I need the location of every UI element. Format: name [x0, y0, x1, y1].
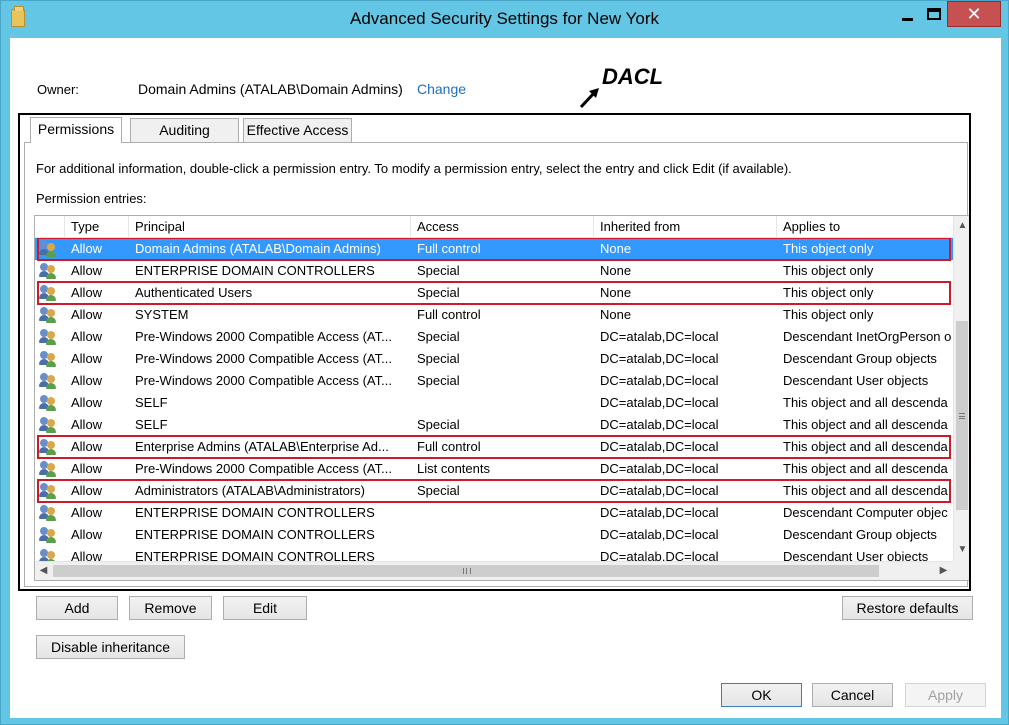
restore-defaults-button[interactable]: Restore defaults — [842, 596, 973, 620]
add-button[interactable]: Add — [36, 596, 118, 620]
annotation-arrow-icon — [579, 88, 599, 109]
ok-button[interactable]: OK — [721, 683, 802, 707]
dacl-annotation: DACL — [602, 64, 664, 89]
dacl-highlight-box — [18, 113, 971, 591]
dialog-body: Owner: Domain Admins (ATALAB\Domain Admi… — [10, 38, 1001, 718]
close-button[interactable]: ✕ — [947, 1, 1001, 27]
apply-button[interactable]: Apply — [905, 683, 986, 707]
minimize-button[interactable] — [893, 1, 921, 27]
remove-button[interactable]: Remove — [129, 596, 212, 620]
change-owner-link[interactable]: Change — [417, 81, 466, 97]
owner-label: Owner: — [37, 82, 79, 97]
maximize-icon — [926, 8, 941, 20]
owner-value: Domain Admins (ATALAB\Domain Admins) — [138, 81, 403, 97]
cancel-button[interactable]: Cancel — [812, 683, 893, 707]
disable-inheritance-button[interactable]: Disable inheritance — [36, 635, 185, 659]
window-title: Advanced Security Settings for New York — [350, 9, 659, 28]
title-bar[interactable]: Advanced Security Settings for New York … — [1, 1, 1008, 37]
dialog-window: Advanced Security Settings for New York … — [0, 0, 1009, 725]
minimize-icon — [901, 17, 913, 21]
close-icon: ✕ — [966, 4, 982, 24]
edit-button[interactable]: Edit — [223, 596, 307, 620]
maximize-button[interactable] — [920, 1, 947, 27]
